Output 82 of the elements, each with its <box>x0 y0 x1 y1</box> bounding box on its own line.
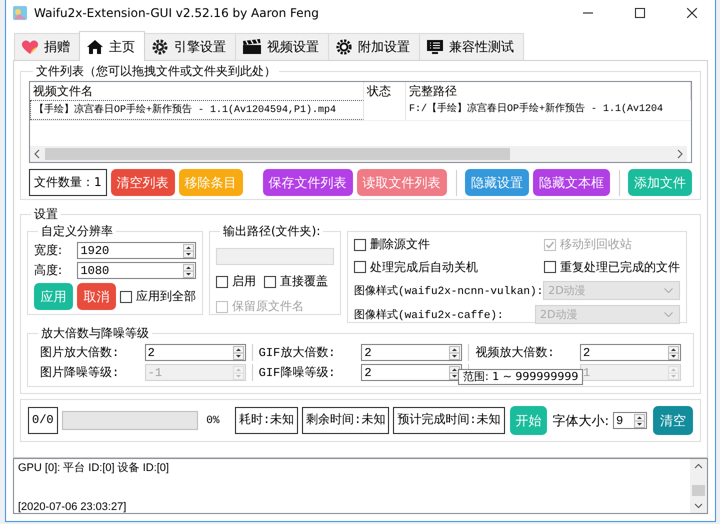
field-label: 图片降噪等级: <box>40 365 120 381</box>
file-count: 文件数量：1 <box>29 169 107 196</box>
log-box[interactable]: GPU [0]: 平台 ID:[0] 设备 ID:[0] [2020-07-06 23:03:27] <box>13 458 708 514</box>
field-label: 字体大小: <box>552 412 609 430</box>
checkbox-label: 启用 <box>232 273 256 290</box>
group-title: 设置 <box>33 206 59 223</box>
group-title: 文件列表（您可以拖拽文件或文件夹到此处） <box>35 63 277 80</box>
elapsed-time: 耗时:未知 <box>234 407 298 434</box>
field-label: 视频放大倍数: <box>475 345 556 361</box>
tab[interactable]: 引擎设置 <box>144 33 236 60</box>
heart-icon <box>21 39 39 55</box>
field-label: 图像样式(waifu2x-caffe): <box>354 308 504 322</box>
spin-box[interactable]: 2 <box>580 344 681 361</box>
column-header[interactable]: 完整路径 <box>406 82 691 100</box>
tab[interactable]: 兼容性测试 <box>419 33 524 60</box>
button[interactable]: 清空 <box>653 406 693 435</box>
table-cell[interactable]: F:/【手绘】凉宫春日OP手绘+新作预告 - 1.1(Av1204 <box>406 100 691 120</box>
stepper-icon[interactable] <box>183 244 194 258</box>
button[interactable]: 隐藏文本框 <box>532 169 610 196</box>
tab[interactable]: 主页 <box>79 31 145 61</box>
spin-box[interactable]: 9 <box>612 412 647 429</box>
caret-icon <box>664 288 673 293</box>
field-label: GIF降噪等级: <box>258 365 336 381</box>
close-icon[interactable] <box>687 8 697 18</box>
settings-icon <box>335 39 353 55</box>
group-title: 放大倍数与降噪等级 <box>40 325 150 342</box>
app-icon <box>12 5 28 21</box>
tab[interactable]: 附加设置 <box>328 33 420 60</box>
field-label: 高度: <box>34 262 64 279</box>
monitor-icon <box>426 39 444 55</box>
column-header[interactable]: 状态 <box>364 82 406 100</box>
clapperboard-icon <box>242 39 262 55</box>
stepper-icon[interactable] <box>668 346 679 360</box>
scrollbar[interactable] <box>690 459 707 513</box>
checkbox-label: 应用到全部 <box>136 288 196 305</box>
spin-box[interactable]: 1080 <box>77 262 196 279</box>
caret-icon <box>664 312 673 317</box>
checkbox-label: 处理完成后自动关机 <box>370 258 478 276</box>
group-title: 输出路径(文件夹): <box>222 223 322 240</box>
table-cell[interactable]: 【手绘】凉宫春日OP手绘+新作预告 - 1.1(Av1204594,P1).mp4 <box>30 100 364 120</box>
group-title: 自定义分辨率 <box>40 223 114 240</box>
stepper-icon[interactable] <box>232 346 244 360</box>
field-label: 宽度: <box>34 242 64 259</box>
checkbox[interactable] <box>120 290 132 302</box>
field-label: GIF放大倍数: <box>258 345 336 361</box>
stepper-icon[interactable] <box>634 414 645 428</box>
checkbox-label: 重复处理已完成的文件 <box>560 258 680 276</box>
spin-box[interactable]: 2 <box>361 364 462 381</box>
stepper-icon[interactable] <box>449 346 460 360</box>
checkbox-label: 移动到回收站 <box>560 236 632 253</box>
log-line: [2020-07-06 23:03:27] <box>18 501 128 513</box>
stepper-icon[interactable] <box>449 366 460 380</box>
checkbox[interactable] <box>216 276 228 288</box>
checkbox[interactable] <box>264 276 276 288</box>
window-title: Waifu2x-Extension-GUI v2.52.16 by Aaron Feng <box>34 6 319 20</box>
progress-count: 0/0 <box>28 407 58 434</box>
gear-icon <box>151 39 169 55</box>
spin-box[interactable]: 1920 <box>77 242 196 259</box>
maximize-icon[interactable] <box>635 8 645 18</box>
stepper-icon[interactable] <box>183 264 194 278</box>
tooltip: 范围: 1 ~ 999999999 <box>458 369 584 385</box>
estimated-finish-time: 预计完成时间:未知 <box>393 407 505 434</box>
log-line: GPU [0]: 平台 ID:[0] 设备 ID:[0] <box>18 462 170 475</box>
tab[interactable]: 捐赠 <box>14 33 80 60</box>
checkbox-label: 删除源文件 <box>370 236 430 253</box>
remaining-time: 剩余时间:未知 <box>302 407 390 434</box>
checkbox-label: 直接覆盖 <box>280 273 328 290</box>
home-icon <box>86 38 104 54</box>
field-label: 图片放大倍数: <box>40 345 120 361</box>
field-label: 图像样式(waifu2x-ncnn-vulkan): <box>354 284 544 298</box>
button[interactable]: 取消 <box>77 283 116 310</box>
tab[interactable]: 视频设置 <box>235 33 329 60</box>
checkbox-label: 保留原文件名 <box>232 298 304 315</box>
spin-box[interactable]: 2 <box>361 344 462 361</box>
checkbox[interactable] <box>354 238 366 250</box>
button[interactable]: 清空列表 <box>110 169 175 196</box>
progress-percent: 0% <box>206 414 220 426</box>
spin-box[interactable]: 2 <box>144 344 246 361</box>
checkbox[interactable] <box>544 261 556 273</box>
button[interactable]: 保存文件列表 <box>262 169 353 196</box>
checkbox[interactable] <box>354 261 366 273</box>
column-header[interactable]: 视频文件名 <box>30 82 364 100</box>
